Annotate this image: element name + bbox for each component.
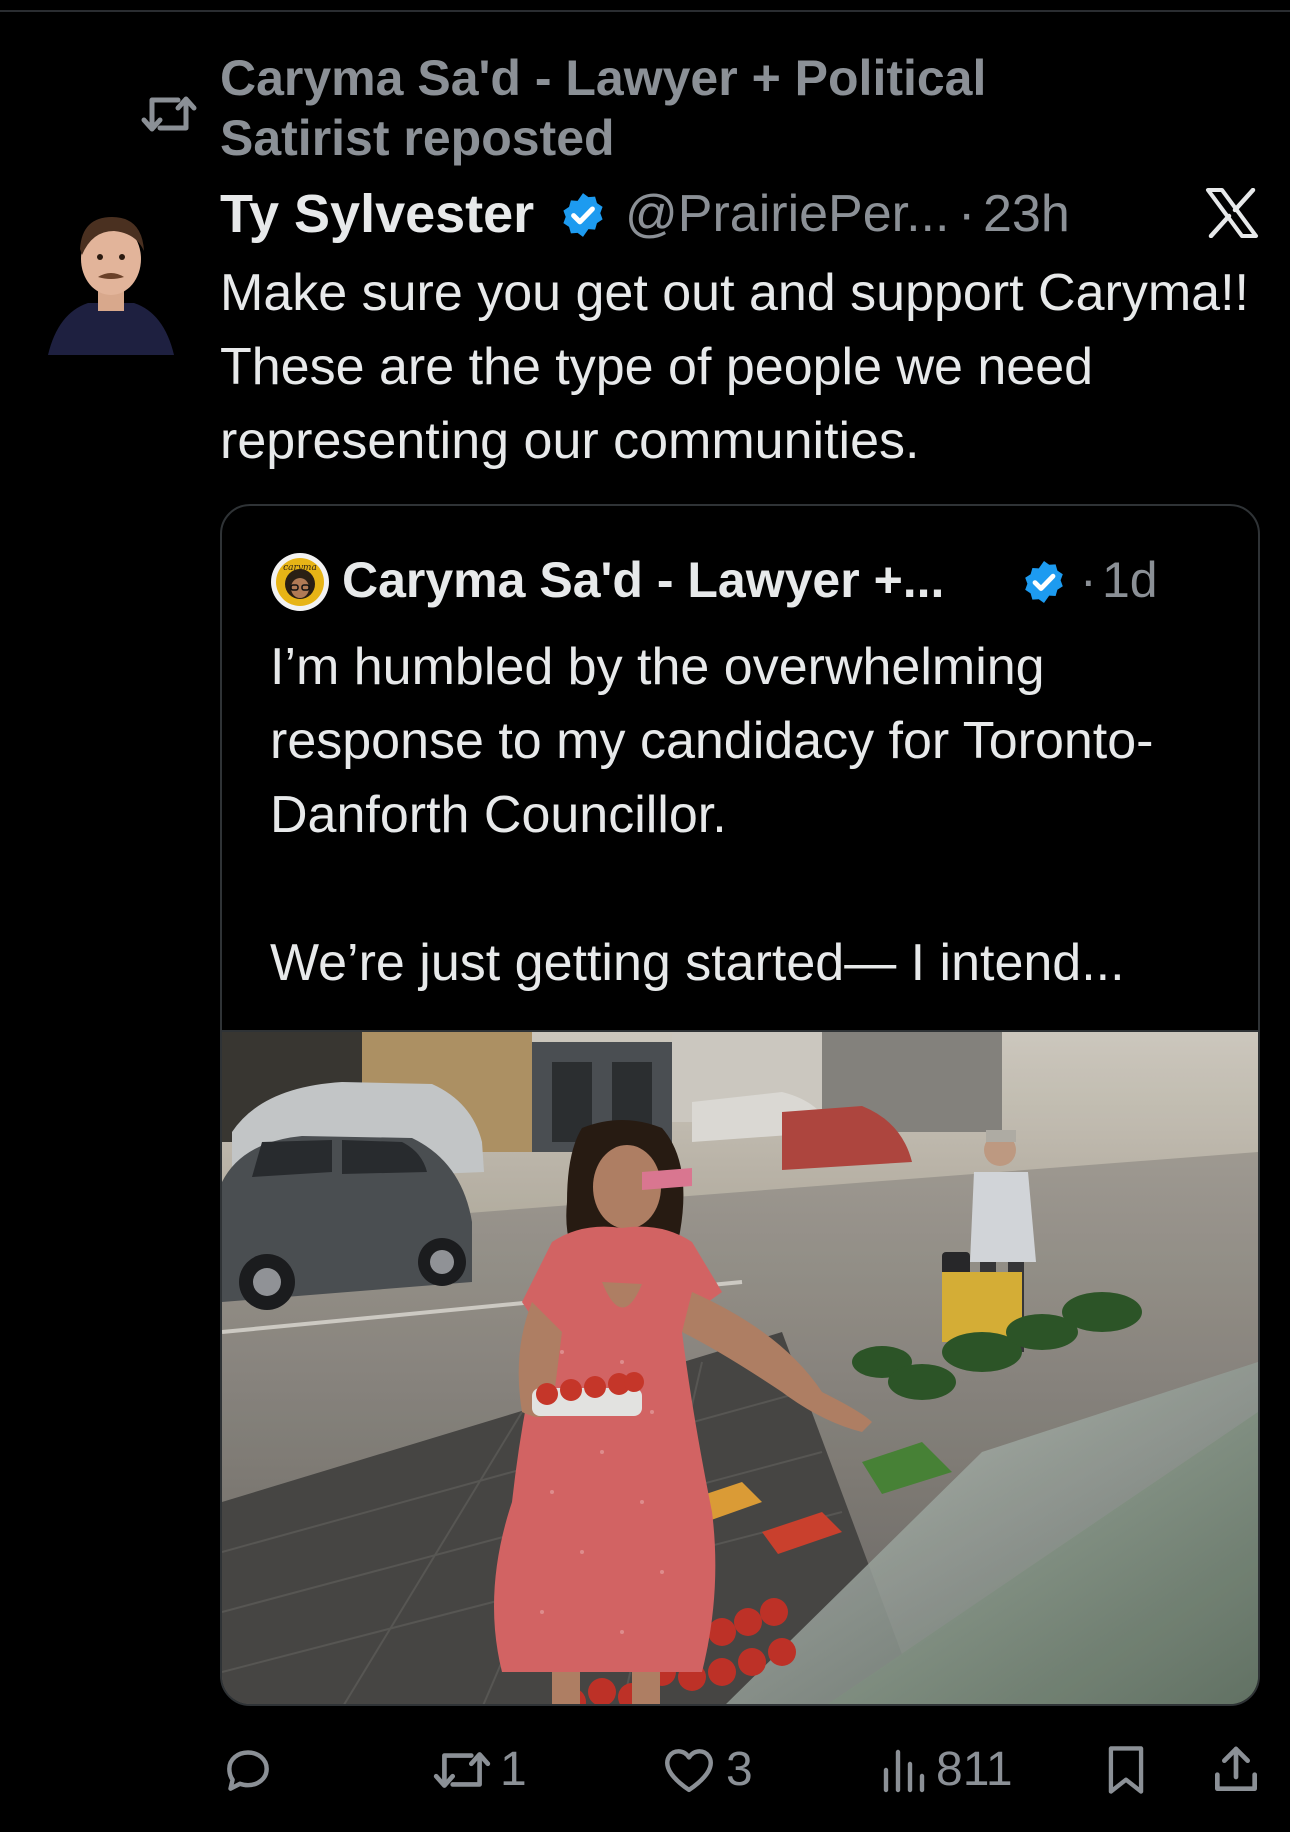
quote-text: I’m humbled by the overwhelming response… — [270, 630, 1230, 1000]
x-logo-icon[interactable] — [1205, 188, 1259, 238]
post-timestamp[interactable]: 23h — [983, 182, 1070, 246]
quote-paragraph: I’m humbled by the overwhelming response… — [270, 638, 1154, 844]
tweet-text: Make sure you get out and support Caryma… — [220, 264, 1249, 470]
separator-dot: · — [958, 185, 976, 243]
like-button[interactable]: 3 — [660, 1740, 753, 1800]
repost-count: 1 — [500, 1743, 527, 1796]
repost-icon — [141, 96, 197, 132]
views-button[interactable]: 811 — [880, 1740, 1013, 1800]
author-avatar[interactable] — [48, 205, 174, 355]
repost-label: Caryma Sa'd - Lawyer + Political Satiris… — [220, 50, 987, 166]
repost-icon — [433, 1752, 491, 1788]
quote-timestamp: 1d — [1102, 552, 1158, 608]
heart-icon — [665, 1749, 713, 1793]
quoted-tweet-card[interactable]: caryma Caryma Sa'd - Lawyer +... · 1d I’… — [220, 504, 1260, 1706]
like-count: 3 — [726, 1743, 753, 1796]
separator-dot: · — [1080, 552, 1097, 608]
top-divider — [0, 10, 1290, 12]
reply-icon — [227, 1750, 269, 1791]
repost-button[interactable]: 1 — [432, 1740, 527, 1800]
share-icon — [1215, 1746, 1257, 1791]
verified-badge-icon — [563, 193, 603, 237]
views-icon — [883, 1749, 925, 1793]
views-count: 811 — [936, 1743, 1013, 1796]
bookmark-button[interactable] — [1100, 1740, 1152, 1800]
share-button[interactable] — [1208, 1740, 1264, 1800]
quote-avatar-logo-text: caryma — [283, 563, 317, 573]
verified-badge-icon — [1025, 561, 1063, 603]
author-name[interactable]: Ty Sylvester — [220, 182, 534, 246]
reply-button[interactable] — [220, 1740, 284, 1800]
quote-author-avatar: caryma — [271, 553, 329, 611]
quote-paragraph: We’re just getting started— I intend... — [270, 934, 1125, 992]
bookmark-icon — [1108, 1746, 1144, 1794]
quote-photo[interactable] — [222, 1030, 1258, 1706]
quote-author-name: Caryma Sa'd - Lawyer +... — [342, 552, 945, 608]
author-row: Ty Sylvester @PrairiePer... · 23h — [220, 182, 1280, 246]
action-bar: 1 3 811 — [220, 1740, 1280, 1800]
author-handle[interactable]: @PrairiePer... — [625, 182, 949, 246]
